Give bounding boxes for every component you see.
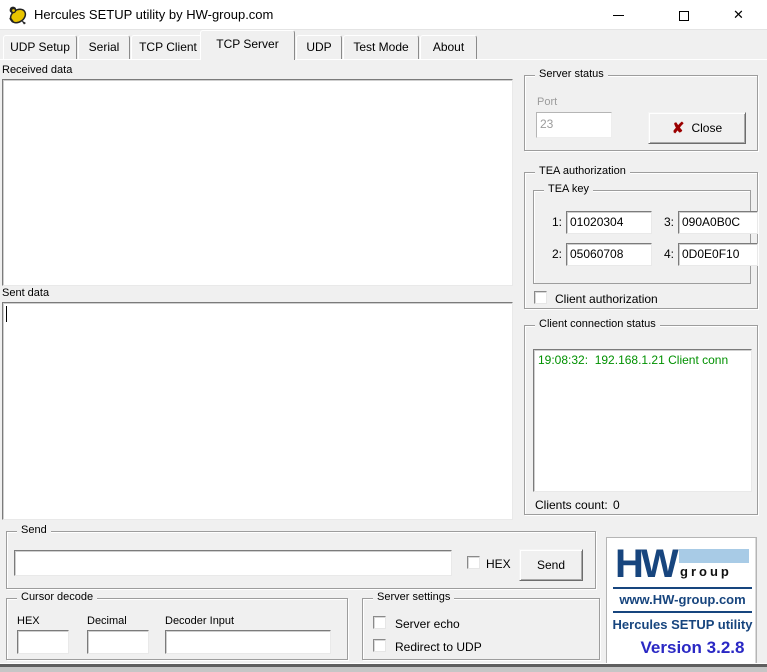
close-x-icon: ✘ bbox=[672, 120, 685, 137]
tab-about[interactable]: About bbox=[420, 35, 477, 59]
tea-key-3-label: 3: bbox=[664, 215, 674, 229]
close-server-label: Close bbox=[691, 121, 722, 135]
client-connection-status-group: Client connection status 19:08:32: 192.1… bbox=[524, 325, 758, 515]
send-button[interactable]: Send bbox=[519, 549, 583, 581]
tea-authorization-group: TEA authorization TEA key 1: 01020304 3:… bbox=[524, 172, 758, 309]
app-icon bbox=[7, 4, 29, 26]
hw-divider-bottom bbox=[613, 611, 752, 613]
clients-count-label: Clients count: bbox=[535, 498, 608, 512]
decoder-input-field[interactable] bbox=[165, 630, 331, 654]
minimize-icon bbox=[613, 15, 624, 16]
decoder-input-label: Decoder Input bbox=[165, 615, 234, 627]
tab-tcp-server[interactable]: TCP Server bbox=[200, 30, 295, 60]
client-authorization-checkbox[interactable] bbox=[534, 291, 547, 304]
server-status-group: Server status Port 23 ✘Close bbox=[524, 75, 758, 151]
cursor-hex-field[interactable] bbox=[17, 630, 69, 654]
tea-key-group: TEA key 1: 01020304 3: 090A0B0C 2: 05060… bbox=[533, 190, 751, 284]
send-button-label: Send bbox=[537, 558, 565, 572]
tea-key-3-field[interactable]: 090A0B0C bbox=[678, 211, 758, 234]
cursor-decode-group: Cursor decode HEX Decimal Decoder Input bbox=[6, 598, 348, 660]
hw-website-link[interactable]: www.HW-group.com bbox=[607, 592, 758, 607]
hw-divider-top bbox=[613, 587, 752, 589]
hw-app-name: Hercules SETUP utility bbox=[607, 617, 758, 632]
maximize-icon bbox=[679, 11, 689, 21]
hw-logo-group-text: group bbox=[680, 564, 732, 579]
maximize-button[interactable] bbox=[661, 0, 706, 30]
text-caret bbox=[6, 306, 7, 322]
tab-udp-setup[interactable]: UDP Setup bbox=[3, 35, 77, 59]
server-echo-label: Server echo bbox=[395, 617, 460, 631]
received-data-area[interactable] bbox=[2, 79, 513, 286]
hex-checkbox[interactable] bbox=[467, 556, 480, 569]
sent-data-label: Sent data bbox=[2, 287, 49, 299]
close-server-button[interactable]: ✘ Close bbox=[648, 112, 746, 144]
hw-version: Version 3.2.8 bbox=[627, 638, 758, 658]
cursor-decimal-field[interactable] bbox=[87, 630, 149, 654]
cursor-decode-legend: Cursor decode bbox=[17, 591, 97, 603]
title-bar: Hercules SETUP utility by HW-group.com ✕ bbox=[0, 0, 767, 30]
hw-group-logo-panel[interactable]: HW group www.HW-group.com Hercules SETUP… bbox=[606, 537, 757, 666]
tea-key-4-label: 4: bbox=[664, 247, 674, 261]
tea-key-2-field[interactable]: 05060708 bbox=[566, 243, 652, 266]
send-group: Send HEX Send bbox=[6, 531, 596, 589]
redirect-to-udp-label: Redirect to UDP bbox=[395, 640, 482, 654]
send-legend: Send bbox=[17, 524, 51, 536]
client-connection-status-legend: Client connection status bbox=[535, 318, 660, 330]
server-echo-checkbox[interactable] bbox=[373, 616, 386, 629]
client-authorization-label: Client authorization bbox=[555, 292, 658, 306]
tab-serial[interactable]: Serial bbox=[78, 35, 130, 59]
redirect-to-udp-checkbox[interactable] bbox=[373, 639, 386, 652]
tea-key-3-value: 090A0B0C bbox=[682, 215, 740, 229]
bottom-fill bbox=[0, 667, 767, 672]
tab-panel-edge bbox=[0, 59, 767, 60]
port-label: Port bbox=[537, 96, 557, 108]
port-field[interactable]: 23 bbox=[536, 112, 612, 138]
tab-bar: UDP Setup Serial TCP Client TCP Server U… bbox=[0, 30, 767, 60]
server-status-legend: Server status bbox=[535, 68, 608, 80]
minimize-button[interactable] bbox=[596, 0, 641, 30]
hw-logo-text: HW bbox=[615, 542, 676, 587]
hex-checkbox-label: HEX bbox=[486, 557, 511, 571]
tea-key-2-label: 2: bbox=[552, 247, 562, 261]
tea-key-1-field[interactable]: 01020304 bbox=[566, 211, 652, 234]
received-data-label: Received data bbox=[2, 64, 72, 76]
tab-udp[interactable]: UDP bbox=[296, 35, 342, 59]
tea-key-4-value: 0D0E0F10 bbox=[682, 247, 739, 261]
sent-data-area[interactable] bbox=[2, 302, 513, 520]
close-window-button[interactable]: ✕ bbox=[716, 0, 761, 30]
close-icon: ✕ bbox=[733, 7, 744, 22]
send-input-field[interactable] bbox=[15, 551, 447, 573]
server-settings-legend: Server settings bbox=[373, 591, 454, 603]
hw-logo-bar bbox=[679, 549, 749, 563]
tea-key-legend: TEA key bbox=[544, 183, 593, 195]
send-input[interactable] bbox=[14, 550, 452, 576]
cursor-decimal-label: Decimal bbox=[87, 615, 127, 627]
cursor-hex-label: HEX bbox=[17, 615, 40, 627]
tea-authorization-legend: TEA authorization bbox=[535, 165, 630, 177]
client-connection-log-line: 19:08:32: 192.168.1.21 Client conn bbox=[538, 353, 728, 367]
tea-key-2-value: 05060708 bbox=[570, 247, 623, 261]
port-value: 23 bbox=[540, 117, 553, 131]
tab-test-mode[interactable]: Test Mode bbox=[343, 35, 419, 59]
tea-key-1-value: 01020304 bbox=[570, 215, 623, 229]
clients-count-value: 0 bbox=[613, 498, 620, 512]
tea-key-1-label: 1: bbox=[552, 215, 562, 229]
server-settings-group: Server settings Server echo Redirect to … bbox=[362, 598, 600, 660]
tab-tcp-client[interactable]: TCP Client bbox=[131, 35, 205, 59]
tea-key-4-field[interactable]: 0D0E0F10 bbox=[678, 243, 758, 266]
window-title: Hercules SETUP utility by HW-group.com bbox=[34, 7, 273, 22]
client-connection-log[interactable]: 19:08:32: 192.168.1.21 Client conn bbox=[533, 349, 752, 492]
